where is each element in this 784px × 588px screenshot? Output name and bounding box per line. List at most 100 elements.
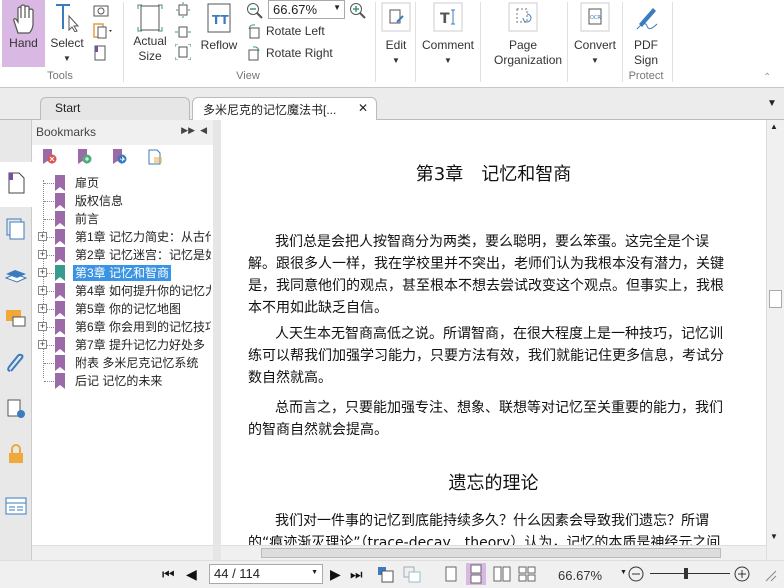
expand-panel-icon[interactable]: ▶▶ (181, 125, 195, 136)
bookmarks-header: Bookmarks ▶▶ ◀ (32, 120, 213, 145)
document-page: 第3章 记忆和智商 我们总是会把人按智商分为两类，要么聪明，要么笨蛋。这完全是个… (221, 120, 766, 545)
page-number-input[interactable]: 44 / 114 ▼ (209, 564, 323, 584)
expand-icon[interactable]: + (38, 232, 47, 241)
add-child-bookmark-icon[interactable] (112, 149, 128, 165)
scroll-thumb-horizontal[interactable] (261, 548, 721, 558)
page-organization-button[interactable]: Page Organization (484, 2, 562, 68)
facing-pages-icon[interactable] (493, 566, 511, 582)
tab-list-dropdown-icon[interactable]: ▼ (767, 98, 777, 109)
continuous-page-button[interactable] (466, 563, 486, 585)
bookmark-label: 附表 多米尼克记忆系统 (75, 356, 199, 370)
actual-size-button[interactable]: Actual Size (129, 2, 171, 64)
page-icon[interactable] (92, 44, 108, 62)
layers-icon[interactable] (5, 263, 27, 285)
bookmark-item[interactable]: 附表 多米尼克记忆系统 (32, 354, 213, 372)
expand-icon[interactable]: + (38, 286, 47, 295)
bookmark-item[interactable]: + 第6章 你会用到的记忆技巧 (32, 318, 213, 336)
zoom-percentage[interactable]: 66.67% (558, 568, 602, 583)
next-view-icon[interactable] (402, 565, 422, 583)
bookmark-item[interactable]: 后记 记忆的未来 (32, 372, 213, 390)
rotate-right-button[interactable]: Rotate Right (246, 45, 333, 61)
zoom-in-icon[interactable] (349, 2, 367, 20)
edit-button[interactable]: Edit ▼ (380, 2, 412, 68)
fit-width-icon[interactable] (175, 24, 191, 40)
bookmark-item[interactable]: + 第4章 如何提升你的记忆力 (32, 282, 213, 300)
select-tool-button[interactable]: Select ▼ (47, 2, 87, 66)
zoom-slider[interactable] (650, 573, 730, 574)
bookmark-item[interactable]: 版权信息 (32, 192, 213, 210)
bookmark-panel-icon[interactable] (5, 172, 27, 194)
expand-icon[interactable]: + (38, 340, 47, 349)
form-fields-icon[interactable] (5, 495, 27, 517)
horizontal-scrollbar[interactable] (221, 545, 766, 560)
bookmark-icon (55, 193, 65, 209)
bookmark-item[interactable]: 前言 (32, 210, 213, 228)
add-bookmark-icon[interactable] (77, 149, 93, 165)
document-tab-bar: Start 多米尼克的记忆魔法书[... ✕ ▼ (0, 88, 784, 120)
next-page-icon[interactable]: ▶ (330, 566, 341, 583)
previous-view-icon[interactable] (376, 565, 396, 583)
zoom-dropdown-icon[interactable]: ▼ (620, 569, 627, 576)
tab-start[interactable]: Start (40, 97, 190, 120)
signatures-icon[interactable] (5, 398, 27, 420)
scroll-down-icon[interactable]: ▼ (770, 532, 778, 541)
collapse-panel-icon[interactable]: ◀ (200, 125, 207, 136)
single-page-icon[interactable] (444, 566, 458, 582)
zoom-in-icon[interactable] (734, 566, 750, 582)
expand-icon[interactable]: + (38, 250, 47, 259)
pdf-sign-button[interactable]: PDF Sign (625, 2, 667, 68)
resize-grip-icon[interactable] (763, 568, 777, 582)
security-lock-icon[interactable] (5, 443, 27, 465)
chevron-down-icon: ▼ (333, 3, 341, 12)
page-organization-label: Page Organization (494, 38, 563, 67)
previous-page-icon[interactable]: ◀ (186, 566, 197, 583)
zoom-out-icon[interactable] (628, 566, 644, 582)
close-icon[interactable]: ✕ (358, 101, 368, 115)
bookmark-item[interactable]: + 第7章 提升记忆力好处多 (32, 336, 213, 354)
svg-text:T: T (440, 11, 450, 27)
fit-page-icon[interactable] (175, 2, 191, 18)
hand-tool-button[interactable]: Hand (2, 0, 45, 67)
first-page-icon[interactable]: ⏮ (162, 566, 175, 583)
bookmarks-horizontal-scrollbar[interactable] (32, 545, 213, 560)
bookmark-item[interactable]: 扉页 (32, 174, 213, 192)
comments-icon[interactable] (5, 308, 27, 330)
rotate-left-button[interactable]: Rotate Left (246, 23, 325, 39)
scroll-thumb[interactable] (769, 290, 782, 308)
expand-icon[interactable]: + (38, 322, 47, 331)
zoom-select[interactable]: 66.67% ▼ (268, 0, 345, 19)
last-page-icon[interactable]: ⏭ (350, 566, 363, 583)
bookmark-item[interactable]: + 第5章 你的记忆地图 (32, 300, 213, 318)
tab-document[interactable]: 多米尼克的记忆魔法书[... ✕ (192, 97, 377, 120)
bookmark-item[interactable]: + 第1章 记忆力简史：从古代 (32, 228, 213, 246)
expand-icon[interactable]: + (38, 304, 47, 313)
bookmark-options-icon[interactable] (147, 149, 163, 165)
expand-icon[interactable]: + (38, 268, 47, 277)
delete-bookmark-icon[interactable] (42, 149, 58, 165)
ocr-convert-icon: OCR (580, 2, 610, 32)
zoom-out-icon[interactable] (246, 2, 264, 20)
comment-button[interactable]: T Comment ▼ (419, 2, 477, 68)
panel-splitter[interactable] (213, 120, 221, 560)
continuous-facing-icon[interactable] (518, 566, 536, 582)
select-label: Select (50, 36, 84, 50)
tree-connector (44, 201, 54, 202)
group-label-view: View (236, 70, 260, 82)
navigation-pane-strip (0, 120, 32, 560)
zoom-slider-thumb[interactable] (684, 568, 688, 579)
snapshot-icon[interactable] (92, 3, 110, 17)
collapse-ribbon-icon[interactable]: ⌃ (763, 72, 771, 83)
vertical-scrollbar[interactable]: ▲ ▼ (766, 120, 784, 560)
bookmark-item[interactable]: + 第3章 记忆和智商 (32, 264, 213, 282)
scroll-up-icon[interactable]: ▲ (770, 122, 778, 131)
reflow-button[interactable]: TT Reflow (199, 2, 239, 53)
page-thumbnails-icon[interactable] (5, 218, 27, 240)
bookmark-label: 第3章 记忆和智商 (73, 265, 172, 281)
convert-button[interactable]: OCR Convert ▼ (571, 2, 619, 68)
clipboard-icon[interactable] (92, 22, 116, 40)
attachment-icon[interactable] (5, 353, 27, 375)
fit-visible-icon[interactable] (175, 44, 191, 60)
section-title: 遗忘的理论 (448, 473, 539, 494)
bookmark-item[interactable]: + 第2章 记忆迷宫：记忆是如 (32, 246, 213, 264)
paragraph: 人天生本无智商高低之说。所谓智商，在很大程度上是一种技巧，记忆训练可以帮我们加强… (248, 326, 724, 386)
